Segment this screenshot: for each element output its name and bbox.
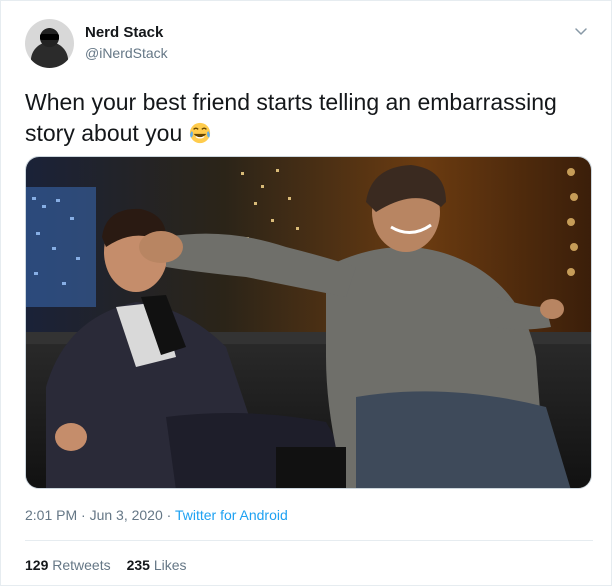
likes-stat[interactable]: 235 Likes — [127, 557, 187, 573]
likes-label: Likes — [153, 557, 187, 573]
face-with-tears-of-joy-icon — [189, 122, 210, 144]
tweet-text: When your best friend starts telling an … — [25, 87, 585, 149]
tweet-source-link[interactable]: Twitter for Android — [175, 507, 288, 523]
tweet-timestamp[interactable]: 2:01 PM · Jun 3, 2020 · — [25, 507, 175, 523]
avatar-glasses — [40, 34, 59, 40]
author-name[interactable]: Nerd Stack — [85, 24, 163, 41]
avatar[interactable] — [25, 19, 74, 68]
likes-count: 235 — [126, 557, 150, 573]
retweets-label: Retweets — [52, 557, 111, 573]
tweet-header: Nerd Stack @iNerdStack — [25, 19, 595, 71]
retweets-count: 129 — [25, 557, 49, 573]
chevron-down-icon[interactable] — [573, 23, 589, 39]
tweet-text-body: When your best friend starts telling an … — [25, 89, 557, 146]
photo-illustration — [26, 157, 591, 488]
author-handle[interactable]: @iNerdStack — [85, 45, 168, 61]
divider — [25, 540, 593, 541]
tweet-photo[interactable] — [25, 156, 592, 489]
tweet-meta: 2:01 PM · Jun 3, 2020 · Twitter for Andr… — [25, 507, 288, 523]
tweet-stats: 129 Retweets 235 Likes — [25, 557, 187, 573]
retweets-stat[interactable]: 129 Retweets — [25, 557, 111, 573]
tweet-card: Nerd Stack @iNerdStack When your best fr… — [0, 0, 612, 586]
